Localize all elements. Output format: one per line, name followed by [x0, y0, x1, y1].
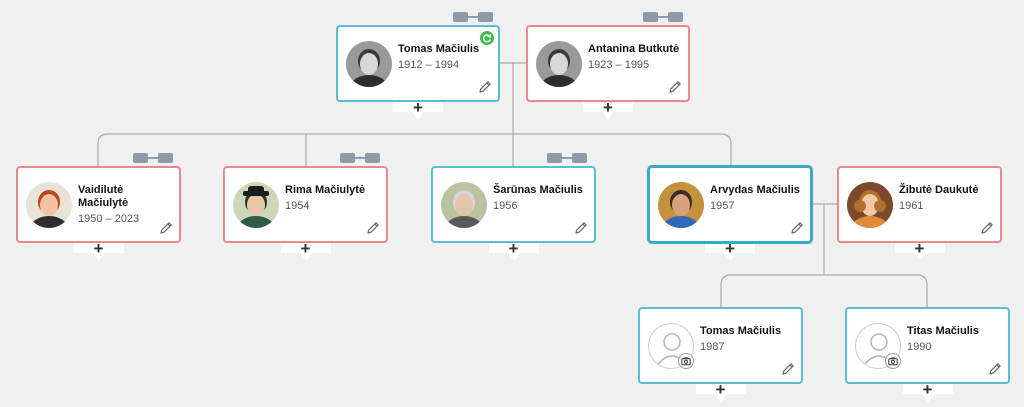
person-years: 1990	[907, 341, 932, 353]
person-name: Arvydas Mačiulis	[710, 184, 800, 196]
link-icon[interactable]	[453, 10, 493, 22]
person-card-arvydas[interactable]: Arvydas Mačiulis 1957	[648, 166, 812, 243]
connector-line	[720, 274, 928, 307]
person-info: Žibutė Daukutė 1961	[899, 184, 992, 213]
link-icon[interactable]	[643, 10, 683, 22]
person-name: Antanina Butkutė	[588, 43, 680, 55]
person-info: Šarūnas Mačiulis 1956	[493, 184, 586, 213]
person-years: 1950 – 2023	[78, 213, 140, 225]
person-card-titas[interactable]: Titas Mačiulis 1990	[845, 307, 1010, 384]
camera-icon[interactable]	[678, 353, 694, 369]
add-relative-button[interactable]: +	[894, 239, 945, 263]
person-years: 1923 – 1995	[588, 59, 650, 71]
person-name: Vaidilutė Mačiulytė	[78, 184, 129, 209]
pencil-icon[interactable]	[574, 221, 588, 235]
person-card-tomas-sr[interactable]: Tomas Mačiulis 1912 – 1994	[336, 25, 500, 102]
connector-line	[97, 133, 732, 166]
plus-icon: +	[413, 98, 423, 117]
avatar[interactable]	[658, 182, 704, 228]
person-card-sarunas[interactable]: Šarūnas Mačiulis 1956	[431, 166, 596, 243]
avatar[interactable]	[346, 41, 392, 87]
person-card-tomas-jr[interactable]: Tomas Mačiulis 1987	[638, 307, 803, 384]
add-relative-button[interactable]: +	[695, 380, 746, 404]
person-name: Tomas Mačiulis	[398, 43, 480, 55]
person-card-antanina[interactable]: Antanina Butkutė 1923 – 1995	[526, 25, 690, 102]
pencil-icon[interactable]	[478, 80, 492, 94]
avatar[interactable]	[26, 182, 72, 228]
sync-icon	[480, 31, 494, 45]
add-relative-button[interactable]: +	[705, 239, 755, 263]
plus-icon: +	[93, 239, 104, 258]
pencil-icon[interactable]	[988, 362, 1002, 376]
avatar[interactable]	[536, 41, 582, 87]
add-relative-button[interactable]: +	[393, 98, 443, 122]
person-info: Arvydas Mačiulis 1957	[710, 184, 802, 213]
person-years: 1957	[710, 200, 735, 212]
plus-icon: +	[603, 98, 613, 117]
person-name: Titas Mačiulis	[907, 325, 979, 337]
pencil-icon[interactable]	[366, 221, 380, 235]
person-info: Tomas Mačiulis 1987	[700, 325, 793, 354]
person-info: Rima Mačiulytė 1954	[285, 184, 378, 213]
person-info: Titas Mačiulis 1990	[907, 325, 1000, 354]
person-years: 1987	[700, 341, 725, 353]
person-years: 1961	[899, 200, 924, 212]
person-info: Vaidilutė Mačiulytė 1950 – 2023	[78, 184, 171, 226]
person-years: 1954	[285, 200, 310, 212]
person-years: 1956	[493, 200, 518, 212]
avatar[interactable]	[847, 182, 893, 228]
pencil-icon[interactable]	[781, 362, 795, 376]
add-relative-button[interactable]: +	[902, 380, 953, 404]
avatar[interactable]	[233, 182, 279, 228]
link-icon[interactable]	[547, 151, 587, 163]
person-card-zibute[interactable]: Žibutė Daukutė 1961	[837, 166, 1002, 243]
family-tree-canvas: Tomas Mačiulis 1912 – 1994 + Antanina Butku…	[0, 0, 1024, 407]
person-name: Šarūnas Mačiulis	[493, 184, 583, 196]
avatar[interactable]	[441, 182, 487, 228]
add-relative-button[interactable]: +	[73, 239, 124, 263]
plus-icon: +	[300, 239, 311, 258]
pencil-icon[interactable]	[668, 80, 682, 94]
person-info: Antanina Butkutė 1923 – 1995	[588, 43, 680, 72]
add-relative-button[interactable]: +	[488, 239, 539, 263]
person-name: Tomas Mačiulis	[700, 325, 782, 337]
person-years: 1912 – 1994	[398, 59, 460, 71]
person-card-vaidilute[interactable]: Vaidilutė Mačiulytė 1950 – 2023	[16, 166, 181, 243]
plus-icon: +	[725, 239, 735, 258]
camera-icon[interactable]	[885, 353, 901, 369]
pencil-icon[interactable]	[159, 221, 173, 235]
person-name: Rima Mačiulytė	[285, 184, 366, 196]
person-info: Tomas Mačiulis 1912 – 1994	[398, 43, 490, 72]
link-icon[interactable]	[133, 151, 173, 163]
pencil-icon[interactable]	[980, 221, 994, 235]
plus-icon: +	[922, 380, 933, 399]
link-icon[interactable]	[340, 151, 380, 163]
add-relative-button[interactable]: +	[280, 239, 331, 263]
person-name: Žibutė Daukutė	[899, 184, 979, 196]
plus-icon: +	[715, 380, 726, 399]
plus-icon: +	[914, 239, 925, 258]
person-card-rima[interactable]: Rima Mačiulytė 1954	[223, 166, 388, 243]
plus-icon: +	[508, 239, 519, 258]
add-relative-button[interactable]: +	[583, 98, 633, 122]
pencil-icon[interactable]	[790, 221, 804, 235]
